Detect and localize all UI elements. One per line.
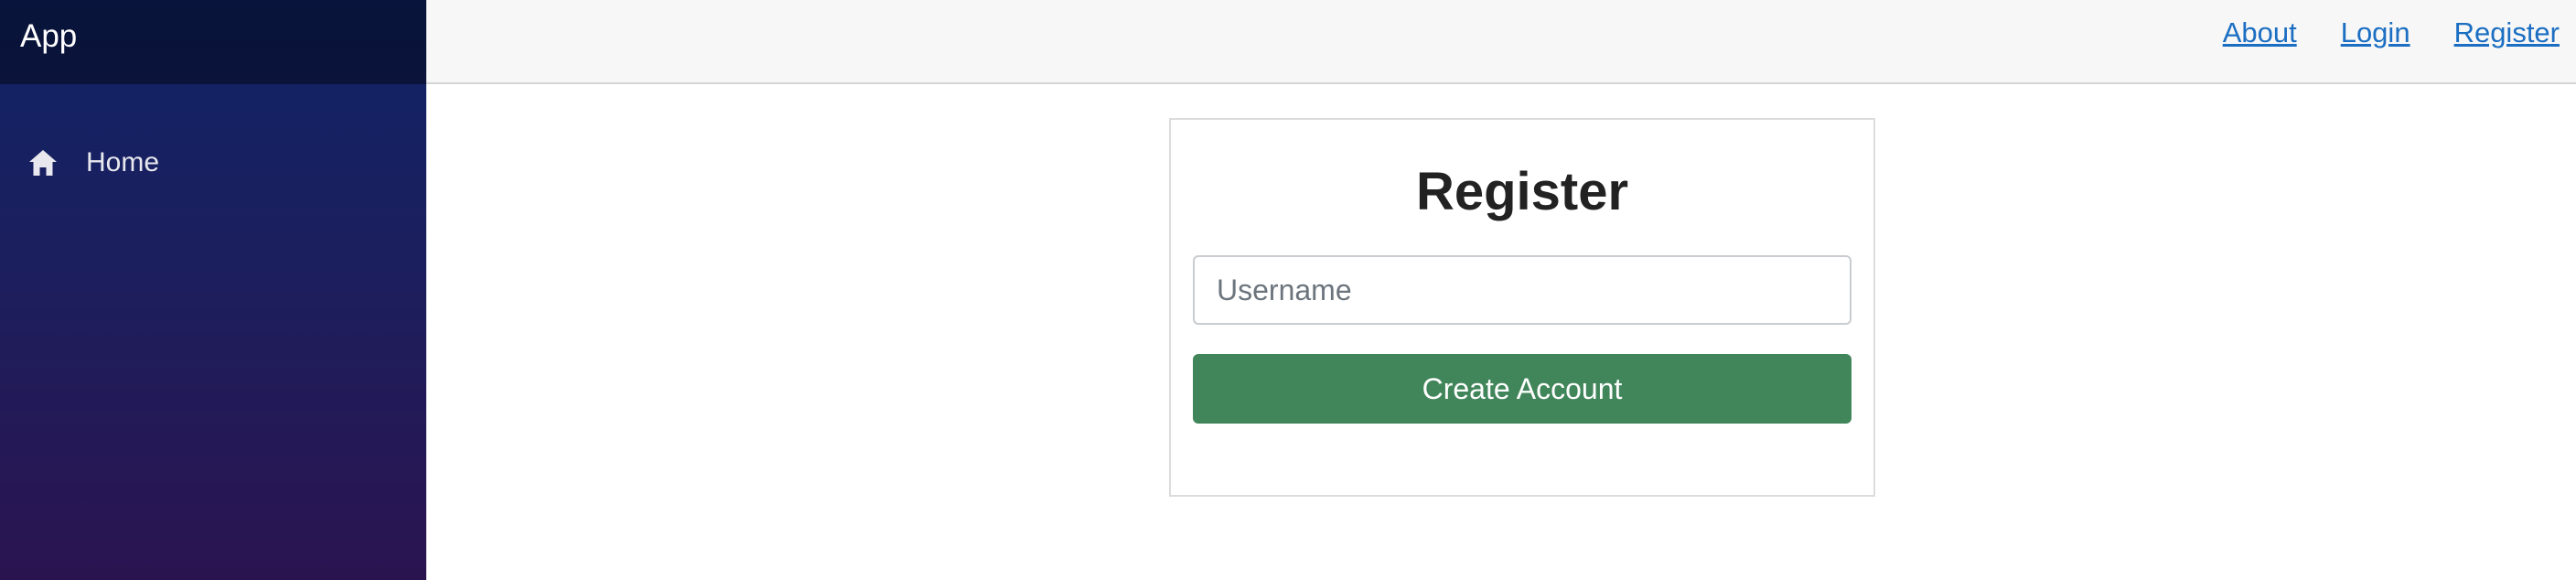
sidebar-item-home[interactable]: Home: [0, 135, 426, 190]
sidebar-nav: Home: [0, 84, 426, 190]
sidebar-item-label: Home: [86, 147, 160, 177]
sidebar: App Home: [0, 0, 426, 580]
brand-bar: App: [0, 0, 426, 84]
app-root: App Home About Login Register Register C…: [0, 0, 2576, 580]
register-link[interactable]: Register: [2454, 16, 2560, 49]
login-link[interactable]: Login: [2341, 16, 2410, 49]
about-link[interactable]: About: [2223, 16, 2297, 49]
register-card: Register Create Account: [1169, 118, 1875, 497]
app-brand[interactable]: App: [20, 18, 77, 55]
top-header: About Login Register: [426, 0, 2576, 84]
username-input[interactable]: [1193, 255, 1852, 325]
page-title: Register: [1415, 162, 1629, 221]
create-account-button[interactable]: Create Account: [1193, 354, 1852, 424]
top-nav: About Login Register: [2223, 16, 2560, 49]
home-icon: [26, 146, 60, 179]
